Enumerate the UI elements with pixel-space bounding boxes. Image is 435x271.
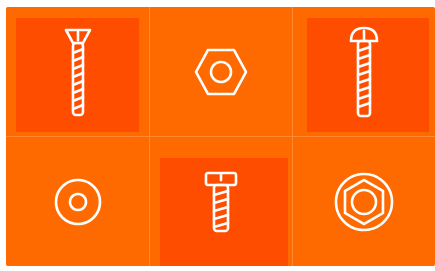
fastener-grid [6, 7, 435, 266]
grid-divider [6, 136, 435, 137]
washer-icon [54, 178, 101, 225]
tile-hex-nut[interactable] [149, 7, 292, 136]
countersunk-screw-icon [64, 28, 91, 116]
cheese-head-screw-icon [204, 171, 237, 232]
tile-washer[interactable] [6, 137, 149, 266]
tile-countersunk-screw[interactable] [6, 7, 149, 136]
flanged-hex-nut-icon [334, 172, 393, 231]
tile-cheese-head-screw[interactable] [149, 137, 292, 266]
round-head-screw-icon [349, 26, 378, 117]
hex-nut-icon [194, 48, 247, 95]
tile-flanged-hex-nut[interactable] [292, 137, 435, 266]
tile-round-head-screw[interactable] [292, 7, 435, 136]
